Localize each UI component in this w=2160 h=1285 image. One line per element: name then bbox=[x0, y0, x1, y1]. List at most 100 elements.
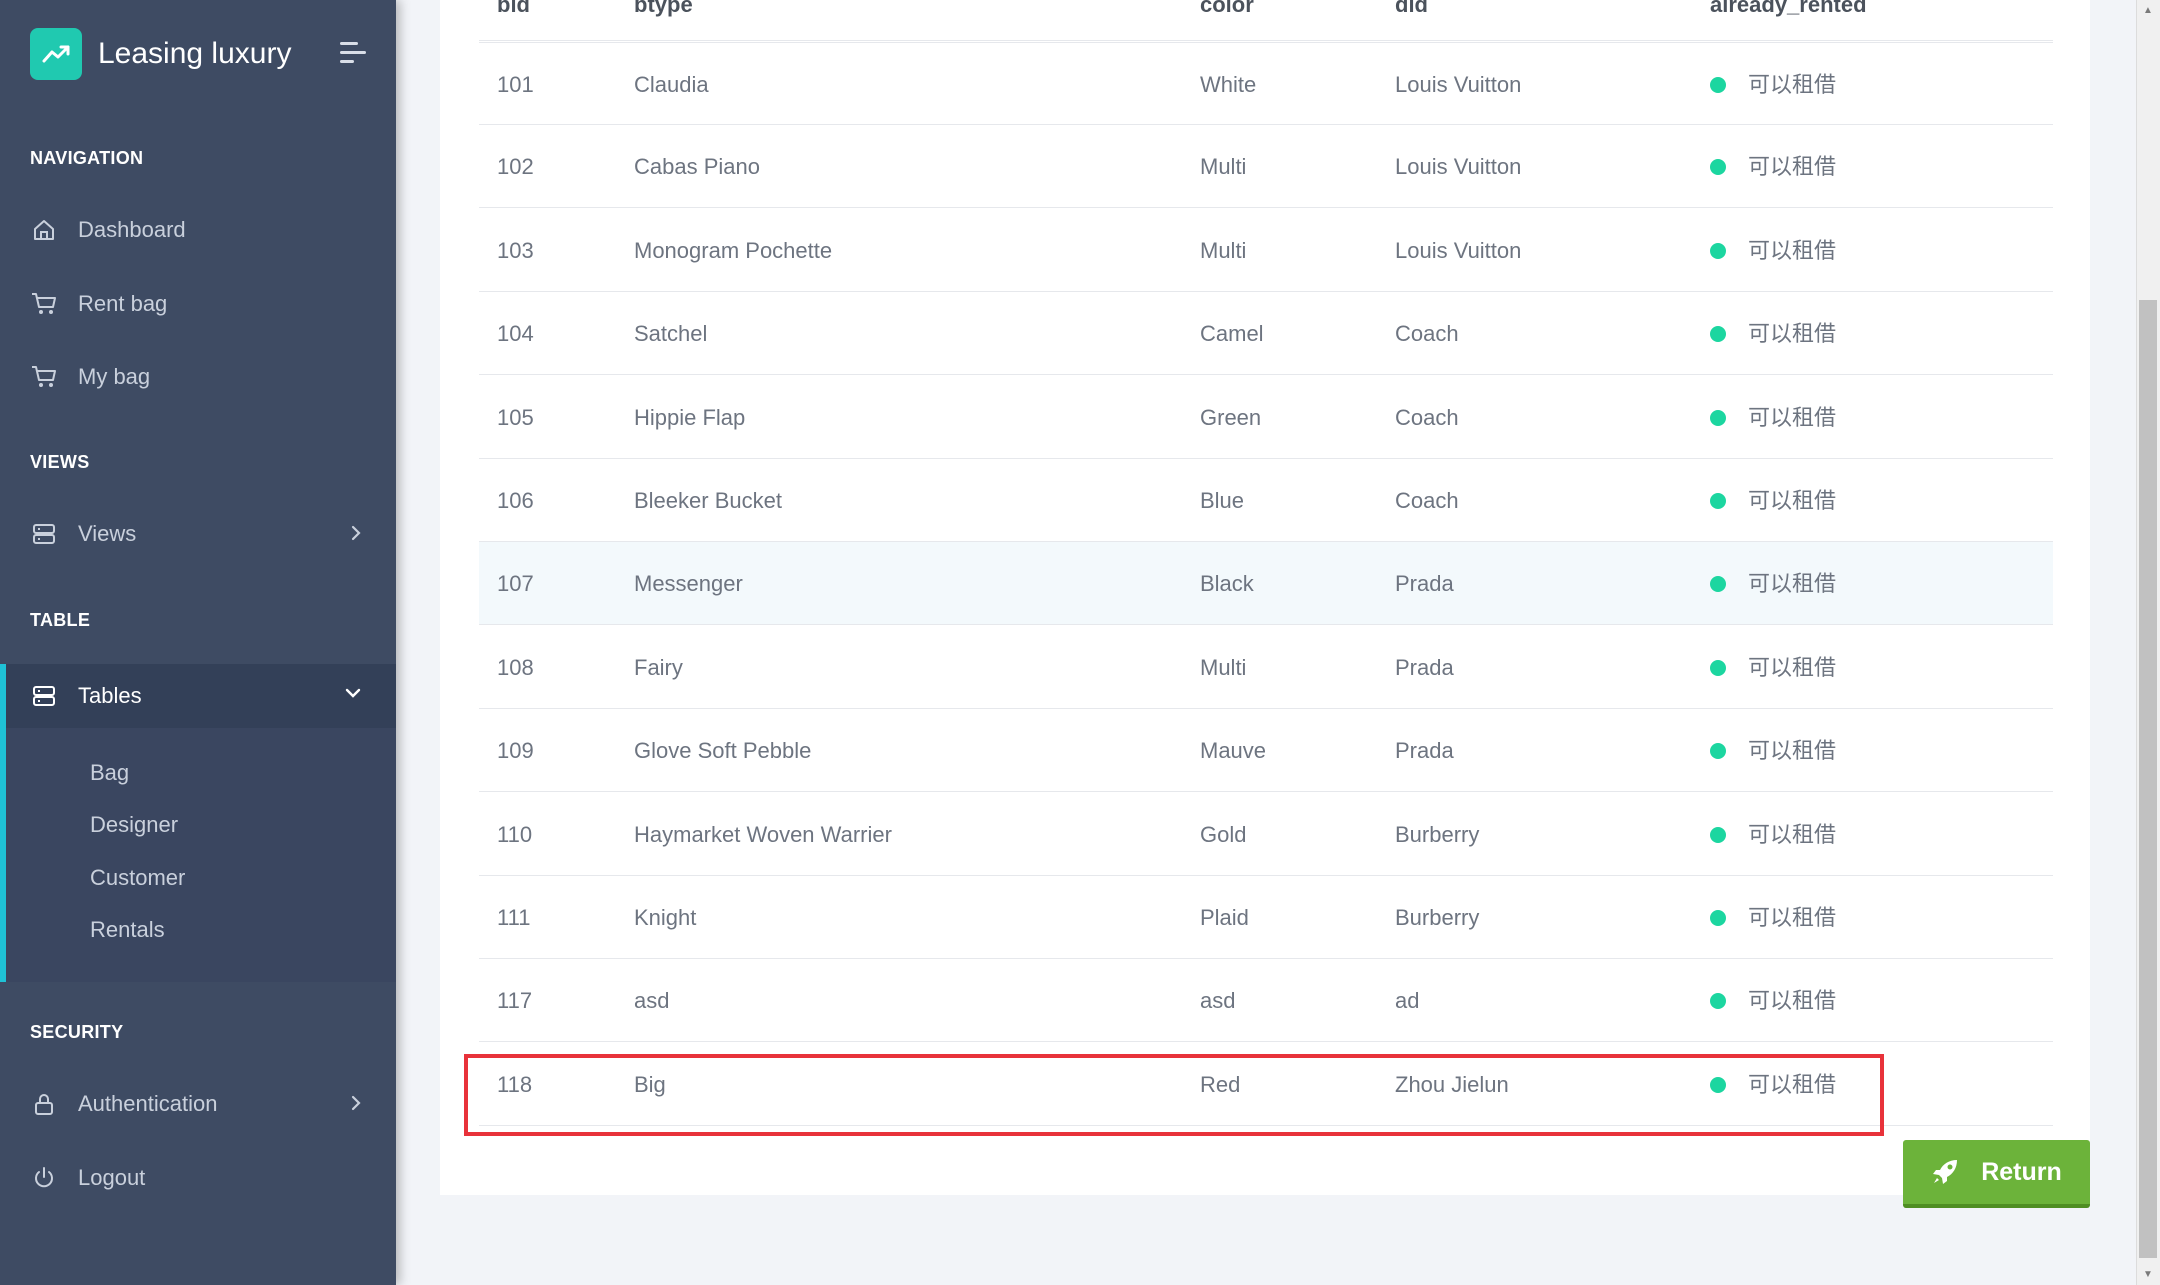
table-row[interactable]: 108 Fairy Multi Prada 可以租借 bbox=[479, 626, 2053, 709]
return-button[interactable]: Return bbox=[1903, 1140, 2090, 1208]
table-row[interactable]: 118 Big Red Zhou Jielun 可以租借 bbox=[479, 1043, 2053, 1126]
brand[interactable]: Leasing luxury bbox=[30, 28, 291, 80]
trending-up-icon bbox=[30, 28, 82, 80]
cell-bid: 110 bbox=[497, 822, 533, 847]
cell-color: Gold bbox=[1200, 822, 1247, 847]
sidebar-item-label: Dashboard bbox=[78, 217, 186, 242]
sidebar-item-label: Views bbox=[78, 521, 137, 546]
section-views: VIEWS bbox=[30, 452, 90, 472]
header-btype[interactable]: btype bbox=[634, 0, 693, 18]
sidebar-item-logout[interactable]: Logout bbox=[0, 1150, 396, 1206]
sidebar-item-tables[interactable]: Tables bbox=[0, 664, 396, 728]
table-row[interactable]: 107 Messenger Black Prada 可以租借 bbox=[479, 542, 2053, 625]
scroll-down-arrow-icon[interactable]: ▼ bbox=[2140, 1266, 2156, 1282]
table-row[interactable]: 102 Cabas Piano Multi Louis Vuitton 可以租借 bbox=[479, 125, 2053, 208]
submenu-item-rentals[interactable]: Rentals bbox=[90, 917, 165, 943]
scrollbar-thumb[interactable] bbox=[2139, 300, 2157, 1258]
sidebar-item-views[interactable]: Views bbox=[0, 506, 396, 562]
cell-btype: Messenger bbox=[634, 571, 743, 596]
cell-bid: 102 bbox=[497, 154, 534, 179]
cell-btype: Cabas Piano bbox=[634, 154, 760, 179]
scroll-up-arrow-icon[interactable]: ▲ bbox=[2140, 2, 2156, 18]
cell-color: White bbox=[1200, 72, 1257, 97]
submenu-item-bag[interactable]: Bag bbox=[90, 760, 129, 786]
header-already-rented[interactable]: already_rented bbox=[1710, 0, 1867, 18]
section-navigation: NAVIGATION bbox=[30, 148, 144, 168]
status-text: 可以租借 bbox=[1748, 655, 1837, 680]
cell-did: Prada bbox=[1395, 571, 1454, 596]
cell-already-rented: 可以租借 bbox=[1710, 43, 1836, 126]
table-row[interactable]: 105 Hippie Flap Green Coach 可以租借 bbox=[479, 376, 2053, 459]
cell-color: Camel bbox=[1200, 321, 1264, 346]
section-table: TABLE bbox=[30, 610, 91, 630]
cell-already-rented: 可以租借 bbox=[1710, 292, 1836, 375]
cell-already-rented: 可以租借 bbox=[1710, 626, 1836, 709]
status-text: 可以租借 bbox=[1748, 738, 1837, 763]
cell-already-rented: 可以租借 bbox=[1710, 209, 1836, 292]
cell-bid: 111 bbox=[497, 905, 531, 930]
cell-bid: 103 bbox=[497, 238, 534, 263]
sidebar: Leasing luxury NAVIGATION Dashboard Rent… bbox=[0, 0, 396, 1285]
cell-did: ad bbox=[1395, 988, 1420, 1013]
cell-btype: Monogram Pochette bbox=[634, 238, 833, 263]
cell-color: Multi bbox=[1200, 154, 1247, 179]
header-color[interactable]: color bbox=[1200, 0, 1254, 18]
cell-btype: Knight bbox=[634, 905, 697, 930]
cell-btype: asd bbox=[634, 988, 670, 1013]
header-did[interactable]: did bbox=[1395, 0, 1428, 18]
status-dot-icon bbox=[1710, 1076, 1726, 1093]
sidebar-item-my-bag[interactable]: My bag bbox=[0, 349, 396, 405]
table-row[interactable]: 104 Satchel Camel Coach 可以租借 bbox=[479, 292, 2053, 375]
cell-bid: 117 bbox=[497, 988, 533, 1013]
cell-bid: 108 bbox=[497, 655, 534, 680]
cell-did: Coach bbox=[1395, 405, 1459, 430]
status-dot-icon bbox=[1710, 742, 1726, 759]
table-row[interactable]: 117 asd asd ad 可以租借 bbox=[479, 959, 2053, 1042]
submenu-item-designer[interactable]: Designer bbox=[90, 812, 178, 838]
sidebar-item-rent-bag[interactable]: Rent bag bbox=[0, 276, 396, 332]
status-text: 可以租借 bbox=[1748, 238, 1837, 263]
sidebar-item-authentication[interactable]: Authentication bbox=[0, 1076, 396, 1132]
table-row[interactable]: 103 Monogram Pochette Multi Louis Vuitton 可以… bbox=[479, 209, 2053, 292]
cell-color: Black bbox=[1200, 571, 1254, 596]
menu-toggle-icon[interactable] bbox=[340, 42, 366, 66]
server-icon bbox=[30, 520, 58, 548]
table-row[interactable]: 111 Knight Plaid Burberry 可以租借 bbox=[479, 876, 2053, 959]
cell-btype: Glove Soft Pebble bbox=[634, 738, 812, 763]
status-dot-icon bbox=[1710, 909, 1726, 926]
cell-did: Louis Vuitton bbox=[1395, 72, 1522, 97]
return-label: Return bbox=[1981, 1157, 2062, 1186]
cell-btype: Satchel bbox=[634, 321, 708, 346]
sidebar-item-label: Rent bag bbox=[78, 291, 168, 316]
table-row[interactable]: 101 Claudia White Louis Vuitton 可以租借 bbox=[479, 42, 2053, 125]
cell-already-rented: 可以租借 bbox=[1710, 459, 1836, 542]
sidebar-item-dashboard[interactable]: Dashboard bbox=[0, 202, 396, 258]
table-row[interactable]: 106 Bleeker Bucket Blue Coach 可以租借 bbox=[479, 459, 2053, 542]
cell-btype: Bleeker Bucket bbox=[634, 488, 782, 513]
cell-btype: Hippie Flap bbox=[634, 405, 746, 430]
cell-bid: 106 bbox=[497, 488, 534, 513]
status-text: 可以租借 bbox=[1748, 988, 1837, 1013]
chevron-down-icon bbox=[344, 686, 362, 704]
cell-bid: 105 bbox=[497, 405, 534, 430]
power-icon bbox=[30, 1164, 58, 1192]
cell-already-rented: 可以租借 bbox=[1710, 125, 1836, 208]
submenu-item-customer[interactable]: Customer bbox=[90, 865, 185, 891]
cell-already-rented: 可以租借 bbox=[1710, 542, 1836, 625]
status-dot-icon bbox=[1710, 242, 1726, 259]
table-row[interactable]: 110 Haymarket Woven Warrier Gold Burberry 可以… bbox=[479, 793, 2053, 876]
status-text: 可以租借 bbox=[1748, 405, 1837, 430]
cell-did: Prada bbox=[1395, 655, 1454, 680]
status-dot-icon bbox=[1710, 76, 1726, 93]
status-dot-icon bbox=[1710, 158, 1726, 175]
cell-bid: 107 bbox=[497, 571, 534, 596]
cell-color: Red bbox=[1200, 1072, 1241, 1097]
section-security: SECURITY bbox=[30, 1022, 124, 1042]
table-row[interactable]: 109 Glove Soft Pebble Mauve Prada 可以租借 bbox=[479, 709, 2053, 792]
cell-color: Plaid bbox=[1200, 905, 1249, 930]
cell-bid: 101 bbox=[497, 72, 534, 97]
status-text: 可以租借 bbox=[1748, 72, 1837, 97]
cell-did: Burberry bbox=[1395, 822, 1480, 847]
header-bid[interactable]: bid bbox=[497, 0, 530, 18]
cell-bid: 118 bbox=[497, 1072, 533, 1097]
